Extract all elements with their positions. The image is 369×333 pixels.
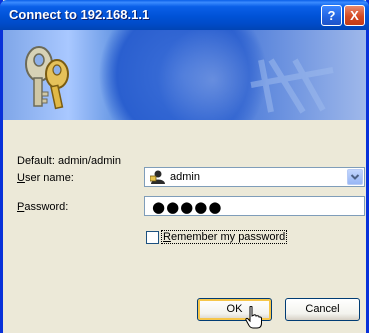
login-dialog: Connect to 192.168.1.1 ? X Default: admi…: [0, 0, 369, 333]
username-combobox[interactable]: admin: [144, 167, 365, 187]
password-label: Password:: [17, 201, 68, 213]
remember-password-label[interactable]: Remember my password: [161, 230, 288, 244]
password-label-text: assword:: [24, 201, 69, 213]
cancel-button[interactable]: Cancel: [285, 298, 360, 321]
remember-label-text: emember my password: [170, 231, 286, 243]
cursor-icon: [245, 306, 262, 329]
username-label: User name:: [17, 172, 74, 184]
default-credentials-hint: Default: admin/admin: [17, 155, 121, 167]
header-banner: [3, 30, 366, 120]
password-value: ●●●●●: [152, 198, 223, 216]
username-value: admin: [170, 171, 200, 183]
close-icon: X: [350, 8, 359, 23]
keys-icon: [25, 46, 69, 110]
remember-label-accel: R: [163, 231, 171, 243]
help-button[interactable]: ?: [321, 5, 342, 26]
window-title: Connect to 192.168.1.1: [9, 7, 150, 22]
username-label-text: ser name:: [24, 172, 74, 184]
user-icon: [150, 170, 165, 184]
password-field[interactable]: ●●●●●: [144, 196, 365, 216]
username-dropdown-button[interactable]: [347, 169, 363, 185]
remember-password-checkbox[interactable]: [146, 231, 159, 244]
chevron-down-icon: [350, 174, 360, 180]
help-icon: ?: [327, 8, 336, 23]
username-label-accel: U: [17, 172, 25, 184]
close-button[interactable]: X: [344, 5, 365, 26]
title-bar[interactable]: Connect to 192.168.1.1 ? X: [0, 0, 369, 30]
